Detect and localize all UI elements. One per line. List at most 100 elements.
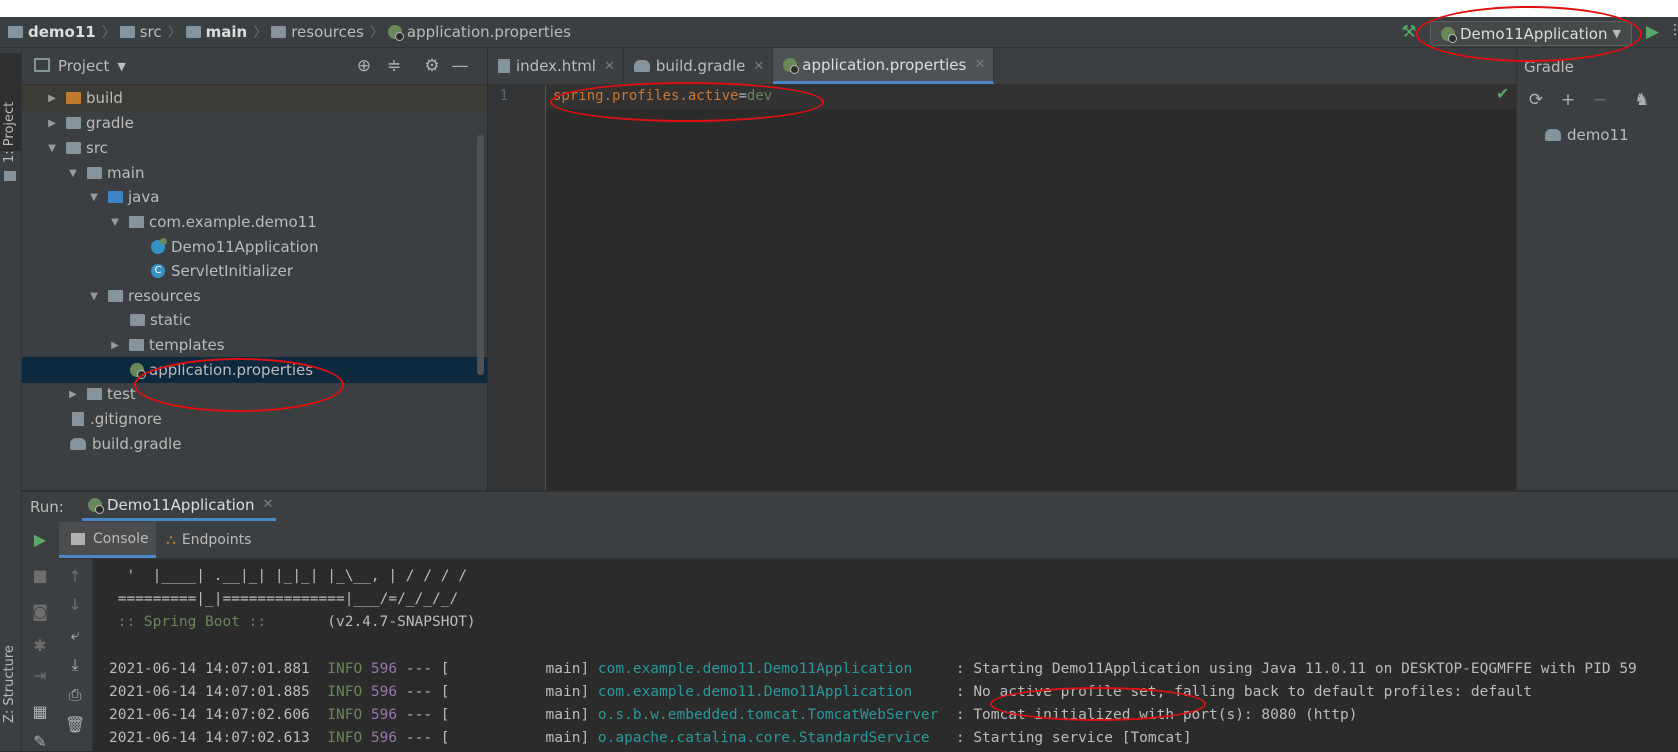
tab-console[interactable]: Console (59, 522, 156, 558)
chevron-down-icon[interactable]: ▼ (65, 168, 81, 179)
tab-project-vertical[interactable]: 1: Project (0, 53, 21, 181)
breadcrumb-item-demo11[interactable]: demo11 (8, 23, 96, 41)
locate-icon[interactable]: ⊕ (354, 56, 374, 76)
editor-area[interactable] (546, 85, 1516, 490)
rerun-play-icon[interactable]: ▶ (30, 530, 50, 550)
folder-icon (185, 26, 201, 38)
collapse-all-icon[interactable]: ≑ (384, 56, 404, 76)
tree-item-static[interactable]: static (22, 307, 487, 333)
chevron-right-icon: 〉 (167, 25, 182, 41)
run-toolbar: ▶ ■ ◙ ✱ ⇥ ▦ ✎ (22, 522, 60, 751)
annotation-circle-no-active-profile (990, 687, 1206, 721)
gear-icon[interactable]: ⚙ (422, 56, 442, 76)
console-banner-line: :: Spring Boot :: (v2.4.7-SNAPSHOT) (109, 614, 476, 630)
folder-icon (87, 167, 102, 179)
more-icon[interactable]: ⋮ (1668, 22, 1678, 44)
line-number: 1 (499, 88, 508, 104)
arrow-down-icon[interactable]: ↓ (65, 595, 85, 615)
chevron-right-icon[interactable]: ▶ (65, 389, 81, 400)
chevron-down-icon[interactable]: ▼ (117, 60, 125, 73)
annotation-circle-application-properties (134, 358, 344, 412)
resources-folder-icon (271, 26, 287, 38)
check-icon: ✔ (1496, 84, 1510, 103)
tree-item-build-gradle[interactable]: build.gradle (22, 431, 487, 457)
chevron-down-icon[interactable]: ▼ (107, 217, 123, 228)
tree-item-build[interactable]: ▶ build (22, 85, 487, 111)
run-play-icon[interactable]: ▶ (1646, 22, 1666, 44)
tree-item-servletinitializer[interactable]: C ServletInitializer (22, 258, 487, 284)
annotation-circle-profile-property (550, 82, 824, 122)
breadcrumb-item-src[interactable]: src (119, 23, 162, 41)
breadcrumb-item-resources[interactable]: resources (271, 23, 364, 41)
console-log-line: 2021-06-14 14:07:02.613 INFO 596 --- [ m… (109, 730, 1192, 746)
tree-item-main[interactable]: ▼ main (22, 160, 487, 186)
tab-structure-label: Z: Structure (2, 645, 17, 723)
gradle-panel (1516, 48, 1678, 490)
console-log-line: 2021-06-14 14:07:01.885 INFO 596 --- [ m… (109, 684, 1533, 700)
arrow-up-icon[interactable]: ↑ (65, 567, 85, 587)
tab-structure-vertical[interactable]: Z: Structure (0, 618, 21, 728)
tree-item-demo11application[interactable]: Demo11Application (22, 234, 487, 260)
close-icon[interactable]: ✕ (753, 59, 764, 74)
endpoints-icon: ⛬ (166, 532, 176, 548)
pin-icon[interactable]: ✎ (30, 732, 50, 752)
run-label: Run: (30, 498, 64, 516)
hide-icon[interactable]: — (450, 56, 470, 76)
gradle-elephant-icon (633, 60, 650, 72)
folder-icon (119, 26, 135, 38)
tree-item-templates[interactable]: ▶ templates (22, 332, 487, 358)
folder-icon (130, 314, 145, 326)
trash-icon[interactable]: 🗑 (65, 715, 85, 735)
project-view-icon (34, 58, 50, 72)
tab-build-gradle[interactable]: build.gradle ✕ (624, 48, 774, 84)
refresh-icon[interactable]: ⟳ (1526, 90, 1546, 110)
resources-folder-icon (108, 290, 123, 302)
window-top-strip (0, 0, 1678, 17)
chevron-right-icon[interactable]: ▶ (44, 118, 60, 129)
stop-icon[interactable]: ■ (30, 566, 50, 586)
folder-icon (8, 26, 23, 38)
editor-tabs: index.html ✕ build.gradle ✕ application.pr… (488, 48, 1516, 85)
exit-icon[interactable]: ⇥ (30, 666, 50, 686)
close-icon[interactable]: ✕ (974, 57, 985, 72)
tree-item-gradle[interactable]: ▶ gradle (22, 110, 487, 136)
tab-endpoints[interactable]: ⛬ Endpoints (166, 522, 276, 558)
tree-item-src[interactable]: ▼ src (22, 135, 487, 161)
project-panel-title[interactable]: Project (58, 57, 109, 75)
chevron-right-icon: 〉 (369, 25, 384, 41)
print-icon[interactable]: ⎙ (65, 685, 85, 705)
chevron-down-icon[interactable]: ▼ (86, 192, 102, 203)
gradle-project-item[interactable]: demo11 (1545, 126, 1629, 144)
run-tab-demo11application[interactable]: Demo11Application ✕ (82, 491, 276, 521)
tree-item-resources[interactable]: ▼ resources (22, 283, 487, 309)
chevron-right-icon[interactable]: ▶ (44, 93, 60, 104)
camera-icon[interactable]: ◙ (30, 602, 50, 622)
plus-icon[interactable]: + (1558, 90, 1578, 110)
close-icon[interactable]: ✕ (604, 59, 615, 74)
chevron-right-icon[interactable]: ▶ (107, 340, 123, 351)
tree-item-java[interactable]: ▼ java (22, 184, 487, 210)
chevron-down-icon[interactable]: ▼ (44, 143, 60, 154)
scroll-to-end-icon[interactable]: ⤓ (65, 655, 85, 675)
soft-wrap-icon[interactable]: ⤶ (65, 625, 85, 645)
tab-index-html[interactable]: index.html ✕ (488, 48, 624, 84)
folder-icon (66, 117, 81, 129)
run-subtabs: Console ⛬ Endpoints (59, 522, 1678, 559)
breadcrumb-item-main[interactable]: main (185, 23, 247, 41)
project-scrollbar[interactable] (477, 135, 484, 375)
layout-icon[interactable]: ▦ (30, 702, 50, 722)
console-output[interactable]: ' |____| .__|_| |_|_| |_\__, | / / / / =… (93, 559, 1678, 751)
close-icon[interactable]: ✕ (262, 497, 273, 512)
tab-application-properties[interactable]: application.properties ✕ (773, 48, 995, 84)
debug-bug-icon[interactable]: ✱ (30, 636, 50, 656)
spring-properties-icon (387, 25, 404, 41)
chevron-down-icon[interactable]: ▼ (86, 291, 102, 302)
console-toolbar: ↑ ↓ ⤶ ⤓ ⎙ 🗑 (59, 559, 93, 751)
spring-boot-icon (88, 497, 104, 514)
gradle-elephant-icon[interactable]: ♞ (1632, 90, 1652, 110)
tree-item-package[interactable]: ▼ com.example.demo11 (22, 209, 487, 235)
console-log-line: 2021-06-14 14:07:01.881 INFO 596 --- [ m… (109, 661, 1637, 677)
minus-icon[interactable]: − (1590, 90, 1610, 110)
project-tree: ▶ build ▶ gradle ▼ src ▼ main ▼ java ▼ com.exa… (22, 85, 487, 490)
breadcrumb-item-application-properties[interactable]: application.properties (387, 23, 571, 41)
